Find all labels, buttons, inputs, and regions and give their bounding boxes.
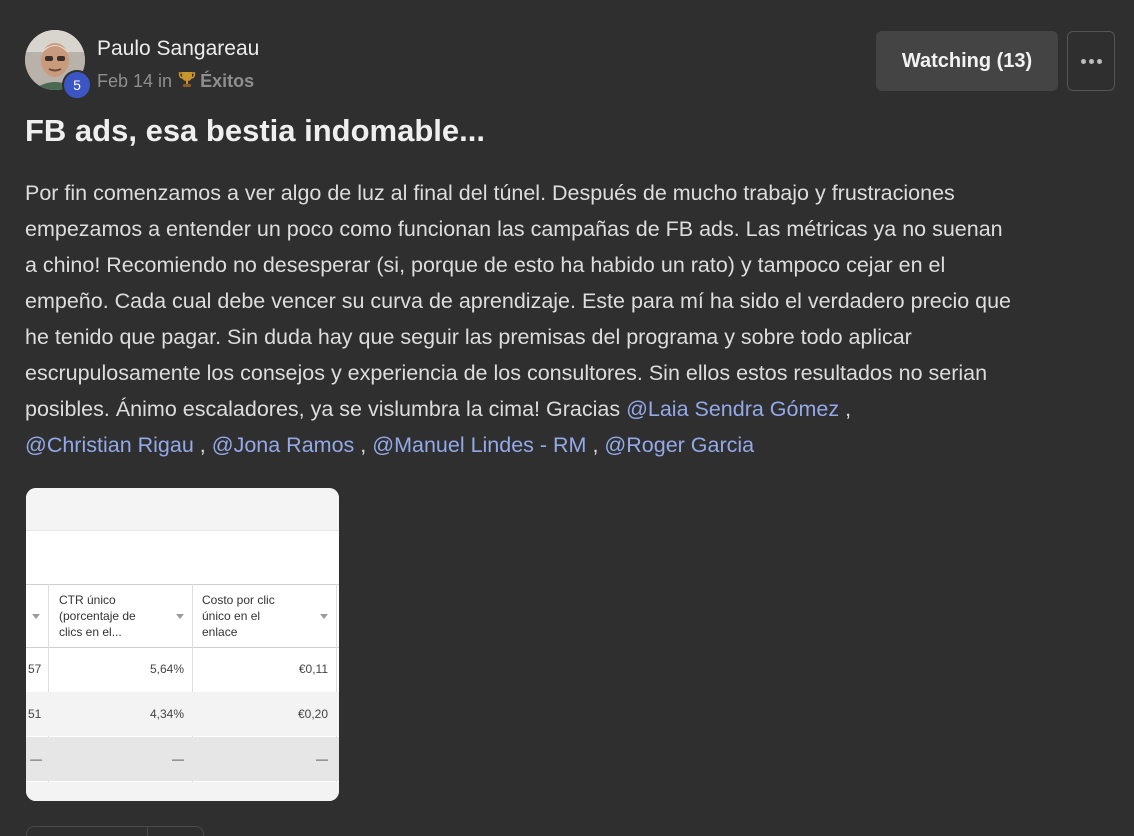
table-cell: — xyxy=(172,782,184,801)
more-horizontal-icon xyxy=(1080,58,1086,64)
body-line: he tenido que pagar. Sin duda hay que se… xyxy=(25,325,912,349)
body-line: posibles. Ánimo escaladores, ya se vislu… xyxy=(25,391,1115,427)
table-cell: — xyxy=(30,752,42,766)
post-date[interactable]: Feb 14 xyxy=(97,71,153,92)
table-cell: 57 xyxy=(28,662,42,676)
table-row: — — — xyxy=(26,782,339,801)
chevron-down-icon xyxy=(32,614,40,619)
divider xyxy=(147,827,148,836)
separator: , xyxy=(360,433,367,457)
body-text: posibles. Ánimo escaladores, ya se vislu… xyxy=(25,397,621,421)
table-row: — — — xyxy=(26,737,339,781)
more-options-button[interactable] xyxy=(1067,31,1115,91)
body-line: @Christian Rigau , @Jona Ramos , @Manuel… xyxy=(25,427,1115,463)
chevron-down-icon xyxy=(176,614,184,619)
more-dot xyxy=(1088,58,1094,64)
post-meta: Feb 14 in Éxitos xyxy=(97,70,254,93)
table-cell: — xyxy=(172,752,184,766)
body-line: empezamos a entender un poco como funcio… xyxy=(25,217,1003,241)
table-cell: €0,20 xyxy=(297,707,328,721)
table-cell: — xyxy=(30,782,42,801)
chevron-down-icon xyxy=(320,614,328,619)
mention-link[interactable]: @Laia Sendra Gómez xyxy=(626,397,839,421)
separator: , xyxy=(592,433,599,457)
mention-link[interactable]: @Roger Garcia xyxy=(604,433,754,457)
mention-link[interactable]: @Jona Ramos xyxy=(212,433,355,457)
table-row: 57 5,64% €0,11 xyxy=(26,647,339,691)
image-attachment[interactable]: CTR único (porcentaje de clics en el... … xyxy=(26,488,339,801)
screenshot-toolbar xyxy=(26,488,339,531)
table-cell: — xyxy=(316,752,328,766)
author-name[interactable]: Paulo Sangareau xyxy=(97,37,259,61)
body-line: empeño. Cada cual debe vencer su curva d… xyxy=(25,289,1012,313)
body-line: escrupulosamente los consejos y experien… xyxy=(25,361,988,385)
body-line: Por fin comenzamos a ver algo de luz al … xyxy=(25,181,955,205)
mention-link[interactable]: @Manuel Lindes - RM xyxy=(372,433,586,457)
in-label: in xyxy=(158,71,173,91)
column-header-cost: Costo por clic único en el enlace xyxy=(202,593,275,639)
table-cell: — xyxy=(316,782,328,801)
author-avatar[interactable]: 5 xyxy=(25,30,92,100)
post-card: 5 Paulo Sangareau Feb 14 in Éxitos Watch… xyxy=(0,0,1134,836)
table-cell: 51 xyxy=(28,707,42,721)
category-link[interactable]: Éxitos xyxy=(200,71,254,92)
table-row: 51 4,34% €0,20 xyxy=(26,692,339,736)
separator: , xyxy=(845,397,852,421)
post-title: FB ads, esa bestia indomable... xyxy=(25,113,485,148)
post-actions-bar[interactable] xyxy=(26,826,204,836)
watch-button[interactable]: Watching (13) xyxy=(876,31,1058,91)
separator: , xyxy=(199,433,206,457)
table-cell: €0,11 xyxy=(298,662,328,676)
body-line: a chino! Recomiendo no desesperar (si, p… xyxy=(25,253,946,277)
trophy-icon xyxy=(178,70,196,93)
column-header-ctr: CTR único (porcentaje de clics en el... xyxy=(59,593,136,639)
mention-link[interactable]: @Christian Rigau xyxy=(25,433,194,457)
post-body: Por fin comenzamos a ver algo de luz al … xyxy=(25,175,1115,463)
more-dot xyxy=(1096,58,1102,64)
table-cell: 4,34% xyxy=(149,707,184,721)
level-badge: 5 xyxy=(62,70,92,100)
table-cell: 5,64% xyxy=(149,662,184,676)
